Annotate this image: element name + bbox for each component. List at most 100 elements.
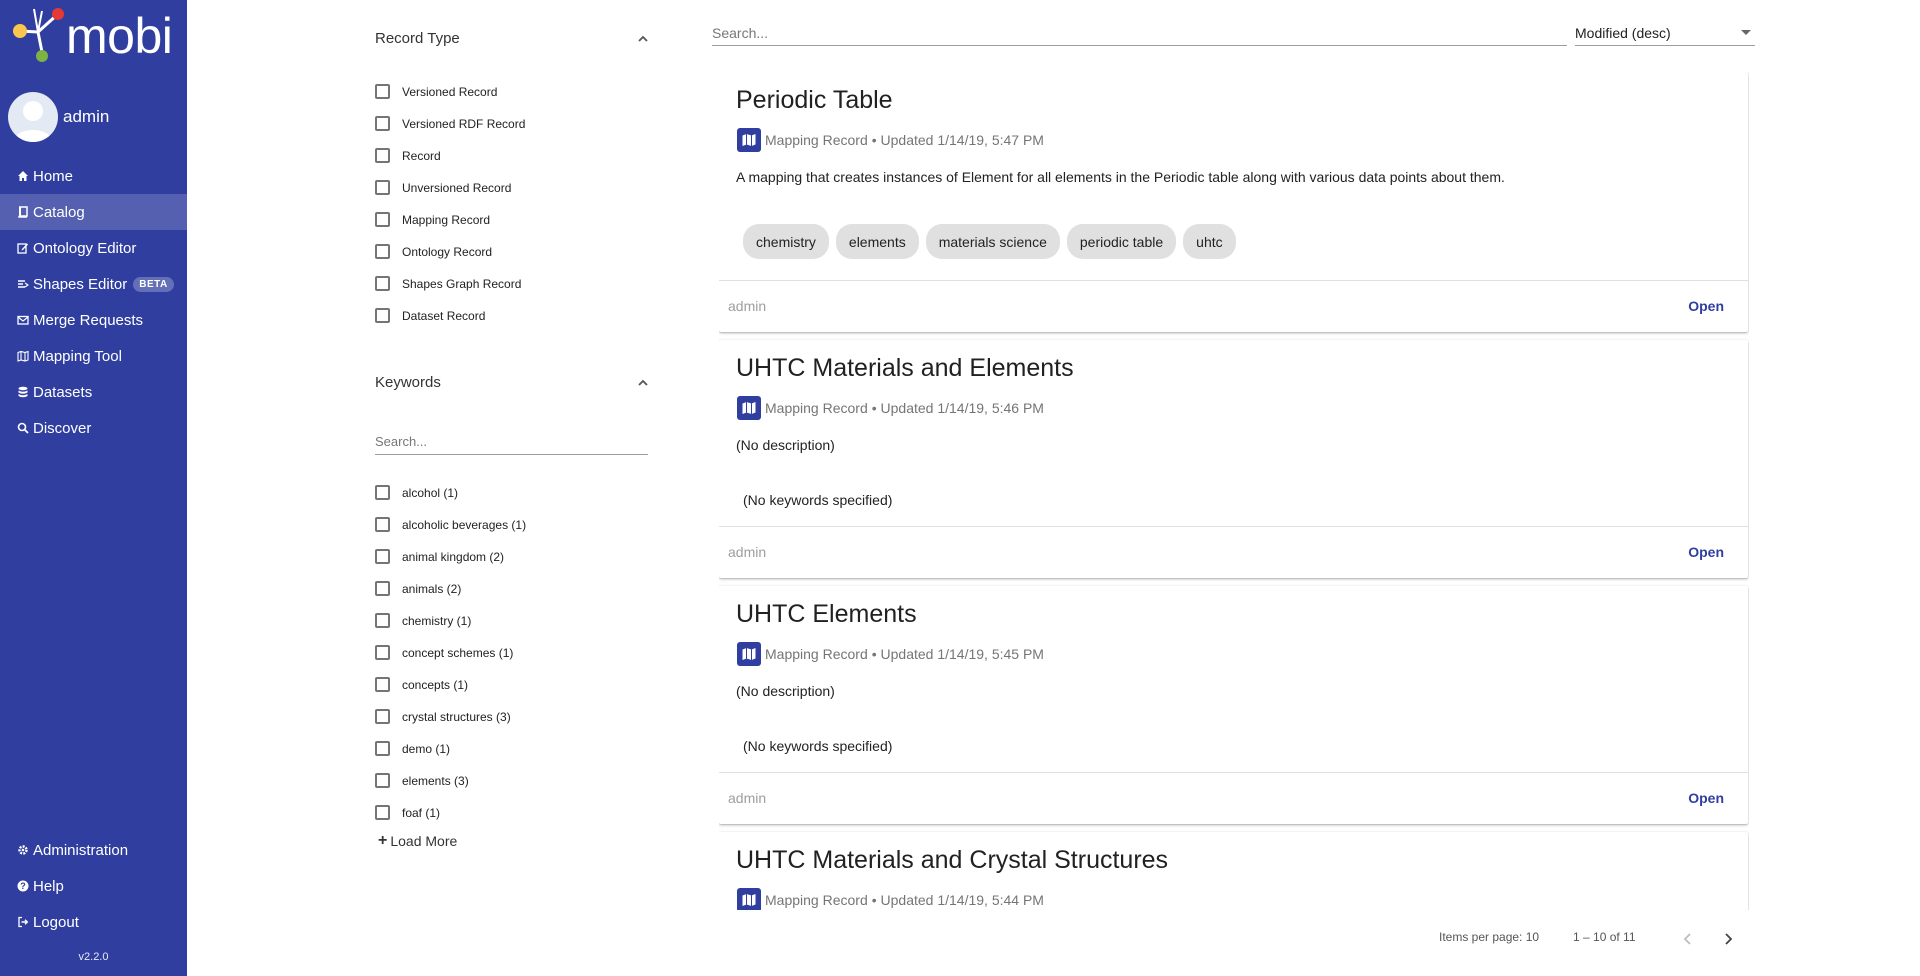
- chevron-up-icon[interactable]: [636, 376, 650, 390]
- checkbox[interactable]: [375, 485, 390, 500]
- record-title[interactable]: UHTC Elements: [736, 600, 917, 629]
- checkbox[interactable]: [375, 84, 390, 99]
- logout-icon: [16, 916, 29, 929]
- catalog-search-input[interactable]: [712, 20, 1567, 46]
- record-updated: • Updated 1/14/19, 5:47 PM: [871, 132, 1044, 148]
- keywords-filter-header[interactable]: Keywords: [375, 374, 650, 391]
- nav-item-administration[interactable]: Administration: [0, 832, 187, 868]
- record-type-title: Record Type: [375, 30, 460, 47]
- keyword-option[interactable]: chemistry (1): [375, 613, 471, 628]
- keyword-chip[interactable]: materials science: [925, 224, 1060, 259]
- record-title[interactable]: UHTC Materials and Crystal Structures: [736, 846, 1168, 875]
- option-label: Record: [402, 148, 441, 163]
- checkbox[interactable]: [375, 116, 390, 131]
- checkbox[interactable]: [375, 276, 390, 291]
- user-profile[interactable]: admin: [8, 92, 109, 142]
- keyword-option[interactable]: animal kingdom (2): [375, 549, 504, 564]
- open-button[interactable]: Open: [1688, 298, 1724, 314]
- no-keywords-text: (No keywords specified): [743, 492, 893, 508]
- envelope-icon: [16, 314, 29, 327]
- checkbox[interactable]: [375, 773, 390, 788]
- record-title[interactable]: Periodic Table: [736, 86, 893, 115]
- keyword-option[interactable]: concept schemes (1): [375, 645, 513, 660]
- open-button[interactable]: Open: [1688, 790, 1724, 806]
- record-type-option[interactable]: Versioned Record: [375, 84, 497, 99]
- record-type-option[interactable]: Unversioned Record: [375, 180, 511, 195]
- checkbox[interactable]: [375, 741, 390, 756]
- checkbox[interactable]: [375, 180, 390, 195]
- keyword-option[interactable]: elements (3): [375, 773, 469, 788]
- record-card[interactable]: UHTC Elements Mapping Record • Updated 1/1…: [719, 586, 1748, 824]
- checkbox[interactable]: [375, 805, 390, 820]
- next-page-button[interactable]: [1718, 929, 1738, 949]
- plus-icon: +: [378, 832, 388, 849]
- record-meta: Mapping Record • Updated 1/14/19, 5:46 PM: [737, 396, 1044, 420]
- option-label: Shapes Graph Record: [402, 276, 522, 291]
- record-type-option[interactable]: Shapes Graph Record: [375, 276, 521, 291]
- record-type-option[interactable]: Dataset Record: [375, 308, 485, 323]
- map-icon: [737, 642, 761, 666]
- checkbox[interactable]: [375, 549, 390, 564]
- record-card[interactable]: UHTC Materials and Elements Mapping Recor…: [719, 340, 1748, 578]
- nav-item-help[interactable]: ? Help: [0, 868, 187, 904]
- record-card[interactable]: UHTC Materials and Crystal Structures Map…: [719, 832, 1748, 910]
- checkbox[interactable]: [375, 517, 390, 532]
- keyword-chip[interactable]: chemistry: [743, 224, 829, 259]
- record-type-option[interactable]: Versioned RDF Record: [375, 116, 525, 131]
- keyword-option[interactable]: foaf (1): [375, 805, 440, 820]
- checkbox[interactable]: [375, 581, 390, 596]
- chevron-up-icon[interactable]: [636, 32, 650, 46]
- nav-label: Logout: [33, 913, 79, 931]
- keyword-option[interactable]: alcoholic beverages (1): [375, 517, 526, 532]
- record-title[interactable]: UHTC Materials and Elements: [736, 354, 1074, 383]
- load-more-button[interactable]: + Load More: [378, 832, 457, 850]
- checkbox[interactable]: [375, 148, 390, 163]
- record-type-option[interactable]: Ontology Record: [375, 244, 492, 259]
- open-button[interactable]: Open: [1688, 544, 1724, 560]
- record-meta: Mapping Record • Updated 1/14/19, 5:47 PM: [737, 128, 1044, 152]
- checkbox[interactable]: [375, 244, 390, 259]
- checkbox[interactable]: [375, 212, 390, 227]
- sort-select[interactable]: Modified (desc): [1575, 20, 1755, 46]
- record-updated: • Updated 1/14/19, 5:46 PM: [871, 400, 1044, 416]
- record-type-option[interactable]: Mapping Record: [375, 212, 490, 227]
- record-type-option[interactable]: Record: [375, 148, 441, 163]
- nav-item-ontology-editor[interactable]: Ontology Editor: [0, 230, 187, 266]
- keyword-option[interactable]: concepts (1): [375, 677, 468, 692]
- nav-item-logout[interactable]: Logout: [0, 904, 187, 940]
- nav-item-shapes-editor[interactable]: Shapes Editor BETA: [0, 266, 187, 302]
- record-description: (No description): [736, 683, 835, 699]
- nav-item-discover[interactable]: Discover: [0, 410, 187, 446]
- keyword-option[interactable]: crystal structures (3): [375, 709, 511, 724]
- record-type: Mapping Record: [765, 892, 868, 908]
- keyword-chip[interactable]: elements: [835, 224, 919, 259]
- keyword-option[interactable]: demo (1): [375, 741, 450, 756]
- items-per-page[interactable]: Items per page: 10: [1439, 930, 1539, 944]
- previous-page-button[interactable]: [1678, 929, 1698, 949]
- nav-item-mapping-tool[interactable]: Mapping Tool: [0, 338, 187, 374]
- home-icon: [16, 170, 29, 183]
- nav-label: Mapping Tool: [33, 347, 122, 365]
- keyword-option[interactable]: animals (2): [375, 581, 461, 596]
- checkbox[interactable]: [375, 709, 390, 724]
- record-type: Mapping Record: [765, 646, 868, 662]
- keyword-chip[interactable]: uhtc: [1183, 224, 1236, 259]
- option-label: alcohol (1): [402, 485, 459, 500]
- checkbox[interactable]: [375, 613, 390, 628]
- mobi-logo[interactable]: mobi: [8, 6, 173, 66]
- keyword-search-input[interactable]: [375, 428, 648, 455]
- option-label: Versioned RDF Record: [402, 116, 526, 131]
- nav-item-merge-requests[interactable]: Merge Requests: [0, 302, 187, 338]
- checkbox[interactable]: [375, 677, 390, 692]
- checkbox[interactable]: [375, 645, 390, 660]
- option-label: Ontology Record: [402, 244, 493, 259]
- keyword-option[interactable]: alcohol (1): [375, 485, 458, 500]
- record-card[interactable]: Periodic Table Mapping Record • Updated 1/…: [719, 72, 1748, 332]
- nav-item-home[interactable]: Home: [0, 158, 187, 194]
- option-label: concepts (1): [402, 677, 469, 692]
- record-type-filter-header[interactable]: Record Type: [375, 30, 650, 47]
- nav-item-datasets[interactable]: Datasets: [0, 374, 187, 410]
- nav-item-catalog[interactable]: Catalog: [0, 194, 187, 230]
- checkbox[interactable]: [375, 308, 390, 323]
- keyword-chip[interactable]: periodic table: [1066, 224, 1177, 259]
